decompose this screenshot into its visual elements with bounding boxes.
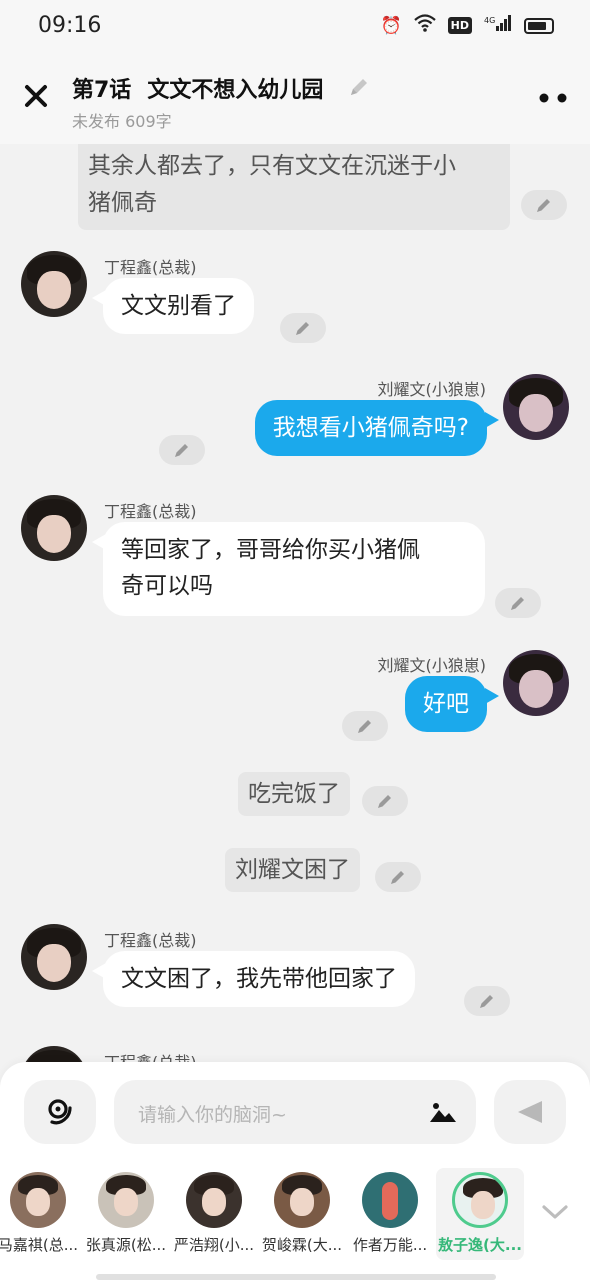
speaker-name: 刘耀文(小狼崽) [377,656,487,675]
send-button[interactable] [494,1080,566,1144]
role-label: 严浩翔(小... [173,1236,255,1254]
wifi-icon [413,14,436,37]
word-count: 609字 [125,112,172,131]
role-label: 作者万能... [352,1236,428,1254]
edit-message-button[interactable] [495,588,541,618]
role-selector: 马嘉祺(总... 张真源(松... 严浩翔(小... 贺峻霖(大... 作者万能… [0,1162,590,1262]
alarm-icon: ⏰ [380,15,402,36]
edit-message-button[interactable] [362,786,408,816]
narration-text: 猪佩奇 [88,190,157,216]
role-item[interactable]: 马嘉祺(总... [0,1168,82,1260]
chevron-down-icon[interactable] [540,1202,570,1222]
message-text: 奇可以吗 [121,573,213,599]
pencil-icon [480,995,493,1008]
episode-number: 第7话 [72,78,132,103]
role-item[interactable]: 张真源(松... [82,1168,170,1260]
narration-bubble[interactable]: 刘耀文困了 [225,848,360,892]
pencil-icon [537,199,550,212]
chapter-name: 文文不想入幼儿园 [147,78,324,103]
send-icon [518,1101,542,1123]
chapter-title[interactable]: 第7话 文文不想入幼儿园 [72,72,323,104]
avatar[interactable] [503,650,569,716]
edit-message-button[interactable] [280,313,326,343]
edit-message-button[interactable] [375,862,421,892]
input-placeholder: 请输入你的脑洞~ [138,1104,287,1126]
status-icons: ⏰ HD 4G [380,14,554,37]
role-label: 马嘉祺(总... [0,1236,79,1254]
signal-icon: 4G [484,14,512,37]
chat-script-area[interactable]: 其余人都去了，只有文文在沉迷于小 猪佩奇 丁程鑫(总裁) 文文别看了 刘耀文(小… [0,144,590,1064]
pencil-icon [378,795,391,808]
edit-message-button[interactable] [464,986,510,1016]
role-item-selected[interactable]: 敖子逸(大... [436,1168,524,1260]
speaker-name: 丁程鑫(总裁) [104,258,197,277]
edit-title-pencil-icon[interactable] [346,74,372,100]
message-bubble[interactable]: 文文困了，我先带他回家了 [103,951,415,1007]
home-indicator [96,1274,496,1280]
edit-message-button[interactable] [159,435,205,465]
pencil-icon [391,871,404,884]
image-icon[interactable] [428,1100,458,1124]
message-bubble[interactable]: 好吧 [405,676,487,732]
pencil-icon [511,597,524,610]
speaker-name: 丁程鑫(总裁) [104,502,197,521]
close-icon[interactable] [20,80,52,112]
editor-header: 第7话 文文不想入幼儿园 未发布 609字 [0,52,590,144]
svg-text:4G: 4G [484,16,495,25]
pencil-icon [175,444,188,457]
status-time: 09:16 [38,13,102,38]
voice-input-button[interactable] [24,1080,96,1144]
message-bubble[interactable]: 我想看小猪佩奇吗? [254,400,487,456]
edit-message-button[interactable] [342,711,388,741]
speaker-name: 刘耀文(小狼崽) [377,380,487,399]
message-bubble[interactable]: 等回家了，哥哥给你买小猪佩 奇可以吗 [103,522,485,616]
role-item[interactable]: 严浩翔(小... [170,1168,258,1260]
avatar[interactable] [503,374,569,440]
hd-icon: HD [447,17,472,34]
role-label: 张真源(松... [85,1236,167,1254]
role-label: 敖子逸(大... [438,1236,522,1254]
edit-message-button[interactable] [521,190,567,220]
narration-text: 其余人都去了，只有文文在沉迷于小 [88,153,456,179]
pencil-icon [296,322,309,335]
speaker-name: 丁程鑫(总裁) [104,931,197,950]
chapter-meta: 未发布 609字 [72,108,172,132]
role-item[interactable]: 贺峻霖(大... [258,1168,346,1260]
pencil-icon [358,720,371,733]
publish-status: 未发布 [72,112,121,131]
voice-icon [48,1099,72,1125]
more-options-icon[interactable] [538,92,568,104]
role-label: 贺峻霖(大... [261,1236,343,1254]
script-input[interactable]: 请输入你的脑洞~ [114,1080,476,1144]
message-text: 等回家了，哥哥给你买小猪佩 [121,537,420,563]
narration-bubble[interactable]: 其余人都去了，只有文文在沉迷于小 猪佩奇 [78,144,510,230]
avatar[interactable] [21,924,87,990]
status-bar: 09:16 ⏰ HD 4G [0,0,590,52]
avatar[interactable] [21,495,87,561]
battery-icon [524,17,554,34]
role-item[interactable]: 作者万能... [346,1168,434,1260]
composer-panel: 请输入你的脑洞~ 马嘉祺(总... 张真源(松... 严浩翔(小... 贺峻霖(… [0,1062,590,1280]
message-bubble[interactable]: 文文别看了 [103,278,254,334]
narration-bubble[interactable]: 吃完饭了 [238,772,350,816]
avatar[interactable] [21,251,87,317]
